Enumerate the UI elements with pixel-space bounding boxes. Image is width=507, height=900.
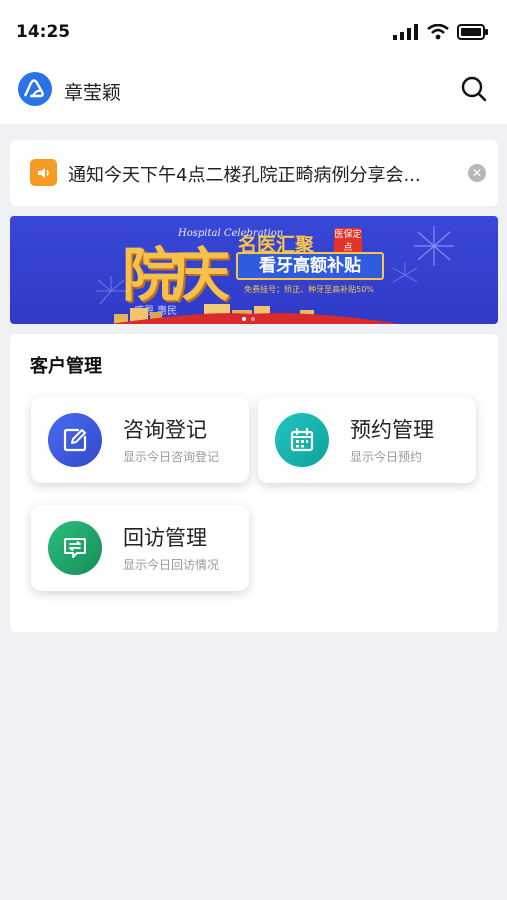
customer-management-panel: 客户管理 咨询登记 显示今日咨询登记 预约管理 显示今日预约 回访管理 显示今日… bbox=[10, 334, 498, 632]
signal-icon bbox=[393, 24, 418, 40]
banner-main-text: 看牙高额补贴 bbox=[236, 252, 384, 280]
exchange-icon bbox=[48, 521, 102, 575]
carousel-dot[interactable] bbox=[242, 317, 246, 321]
search-button[interactable] bbox=[459, 74, 489, 104]
carousel-dots[interactable] bbox=[242, 317, 255, 321]
notice-bar[interactable]: 通知今天下午4点二楼孔院正畸病例分享会... ✕ bbox=[10, 140, 498, 206]
speaker-icon bbox=[30, 159, 57, 186]
calendar-icon bbox=[275, 413, 329, 467]
appointment-management-card[interactable]: 预约管理 显示今日预约 bbox=[258, 397, 476, 483]
card-subtitle: 显示今日咨询登记 bbox=[123, 450, 220, 464]
banner-headline: 院庆 bbox=[122, 241, 230, 309]
card-title: 回访管理 bbox=[123, 526, 207, 550]
close-icon[interactable]: ✕ bbox=[468, 164, 486, 182]
status-time: 14:25 bbox=[16, 22, 71, 42]
notice-text[interactable]: 通知今天下午4点二楼孔院正畸病例分享会... bbox=[68, 161, 466, 187]
edit-icon bbox=[48, 413, 102, 467]
card-subtitle: 显示今日回访情况 bbox=[123, 558, 220, 572]
battery-icon bbox=[457, 24, 488, 40]
card-title: 咨询登记 bbox=[123, 418, 207, 442]
card-title: 预约管理 bbox=[350, 418, 434, 442]
firework-decoration bbox=[392, 262, 418, 283]
wifi-icon bbox=[427, 24, 449, 40]
user-name[interactable]: 章莹颖 bbox=[64, 78, 121, 105]
carousel-dot[interactable] bbox=[251, 317, 255, 321]
card-subtitle: 显示今日预约 bbox=[350, 450, 423, 464]
consult-register-card[interactable]: 咨询登记 显示今日咨询登记 bbox=[31, 397, 249, 483]
app-logo-icon bbox=[18, 72, 52, 106]
status-icons bbox=[393, 22, 489, 42]
follow-up-management-card[interactable]: 回访管理 显示今日回访情况 bbox=[31, 505, 249, 591]
banner-small-text: 免费挂号；矫正、种牙至高补贴50% bbox=[244, 285, 374, 294]
status-bar: 14:25 bbox=[0, 0, 507, 64]
search-icon bbox=[461, 76, 487, 102]
app-header: 章莹颖 bbox=[0, 64, 507, 124]
promo-banner[interactable]: 院庆 Hospital Celebration 感恩 惠民 名医汇聚 医保定点 … bbox=[10, 216, 498, 324]
section-title: 客户管理 bbox=[30, 356, 102, 377]
